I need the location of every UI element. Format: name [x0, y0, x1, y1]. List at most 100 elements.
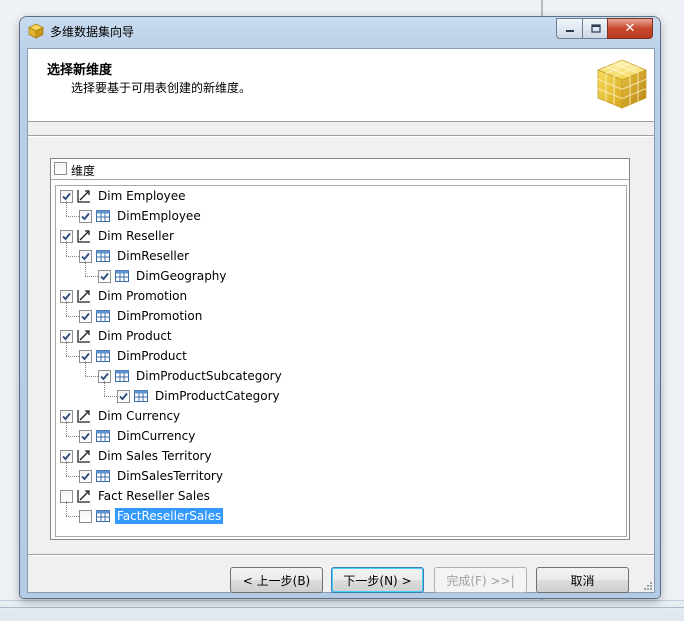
tree-column-header: 维度 [51, 159, 629, 180]
resize-grip-icon[interactable] [642, 580, 652, 590]
dimension-icon [76, 408, 92, 424]
tree-item-dimproduct[interactable]: DimProduct [79, 347, 189, 365]
tree-connector [66, 301, 67, 316]
tree-item-label: Dim Promotion [98, 289, 188, 303]
tree-item-checkbox[interactable] [79, 509, 92, 523]
table-icon [114, 268, 130, 284]
tree-item-label: Dim Product [98, 329, 172, 343]
back-button[interactable]: < 上一步(B) [230, 567, 323, 593]
dimension-icon [76, 288, 92, 304]
tree-connector [85, 361, 86, 376]
table-icon [95, 308, 111, 324]
maximize-icon [590, 23, 601, 33]
tree-item-dimcurrency[interactable]: DimCurrency [79, 427, 197, 445]
tree-item-label: Dim Employee [98, 189, 186, 203]
tree-connector [66, 436, 79, 437]
tree-connector [85, 276, 98, 277]
tree-connector [66, 341, 67, 356]
table-icon [95, 468, 111, 484]
tree-item-dimreseller[interactable]: DimReseller [79, 247, 191, 265]
close-icon: ✕ [624, 21, 636, 36]
tree-item-dim-sales-territory[interactable]: Dim Sales Territory [60, 447, 214, 465]
tree-item-label: DimProductCategory [155, 389, 280, 403]
tree-connector [66, 516, 79, 517]
cube-banner-icon [596, 59, 648, 109]
background-taskbar-strip [0, 600, 684, 621]
table-icon [95, 248, 111, 264]
tree-item-label: DimReseller [117, 249, 190, 263]
tree-item-checkbox[interactable] [79, 429, 92, 443]
tree-item-label: DimCurrency [117, 429, 196, 443]
maximize-button[interactable] [582, 18, 609, 39]
minimize-icon [566, 29, 574, 32]
tree-item-dim-employee[interactable]: Dim Employee [60, 187, 188, 205]
tree-item-label: DimProduct [117, 349, 187, 363]
dimension-icon [76, 228, 92, 244]
dimension-icon [76, 328, 92, 344]
tree-item-dimproductcategory[interactable]: DimProductCategory [117, 387, 282, 405]
tree-item-dimproductsubcategory[interactable]: DimProductSubcategory [98, 367, 284, 385]
tree-connector [85, 376, 98, 377]
tree-item-label: DimProductSubcategory [136, 369, 282, 383]
tree-item-dimpromotion[interactable]: DimPromotion [79, 307, 204, 325]
wizard-client-area: 选择新维度 选择要基于可用表创建的新维度。 维度 Dim Employee Di… [27, 48, 655, 593]
finish-button[interactable]: 完成(F) >>| [434, 567, 527, 593]
tree-item-label: DimPromotion [117, 309, 203, 323]
tree-item-label: DimEmployee [117, 209, 201, 223]
tree-item-label: Dim Reseller [98, 229, 174, 243]
tree-item-checkbox[interactable] [117, 389, 130, 403]
tree-item-checkbox[interactable] [79, 209, 92, 223]
tree-item-label: Dim Sales Territory [98, 449, 212, 463]
tree-item-fact-reseller-sales[interactable]: Fact Reseller Sales [60, 487, 212, 505]
header-separator [28, 135, 654, 137]
table-icon [95, 428, 111, 444]
table-icon [133, 388, 149, 404]
dimension-icon [76, 488, 92, 504]
wizard-header: 选择新维度 选择要基于可用表创建的新维度。 [28, 49, 654, 122]
tree-item-label: DimGeography [136, 269, 227, 283]
tree-connector [85, 261, 86, 276]
tree-item-dim-reseller[interactable]: Dim Reseller [60, 227, 176, 245]
column-header-label: 维度 [71, 164, 96, 178]
tree-connector [66, 356, 79, 357]
tree-connector [66, 201, 67, 216]
window-title: 多维数据集向导 [50, 25, 135, 39]
tree-connector [66, 461, 67, 476]
tree-connector [66, 421, 67, 436]
cube-wizard-window: 多维数据集向导 ✕ 选择新维度 选择要基于可用表创建的新维度。 维度 Dim E… [20, 17, 660, 598]
page-title: 选择新维度 [47, 63, 113, 78]
tree-connector [66, 241, 67, 256]
title-bar[interactable]: 多维数据集向导 ✕ [20, 17, 660, 43]
tree-item-dim-promotion[interactable]: Dim Promotion [60, 287, 189, 305]
tree-item-checkbox[interactable] [79, 309, 92, 323]
tree-item-dimemployee[interactable]: DimEmployee [79, 207, 203, 225]
tree-item-factresellersales[interactable]: FactResellerSales [79, 507, 224, 525]
table-icon [95, 208, 111, 224]
dimension-tree-panel: 维度 Dim Employee DimEmployee Dim Reseller Di… [50, 158, 630, 540]
tree-item-checkbox[interactable] [79, 469, 92, 483]
dimension-icon [76, 448, 92, 464]
minimize-button[interactable] [556, 18, 584, 39]
cancel-button[interactable]: 取消 [536, 567, 629, 593]
tree-connector [66, 216, 79, 217]
next-button[interactable]: 下一步(N) > [331, 567, 424, 593]
tree-item-checkbox[interactable] [98, 269, 111, 283]
tree-connector [104, 396, 117, 397]
tree-connector [66, 256, 79, 257]
tree-item-dim-currency[interactable]: Dim Currency [60, 407, 182, 425]
dimension-tree[interactable]: Dim Employee DimEmployee Dim Reseller DimRe… [55, 185, 627, 537]
tree-item-dim-product[interactable]: Dim Product [60, 327, 174, 345]
tree-connector [104, 381, 105, 396]
dimension-icon [76, 188, 92, 204]
tree-item-dimgeography[interactable]: DimGeography [98, 267, 229, 285]
close-button[interactable]: ✕ [607, 18, 653, 39]
tree-connector [66, 476, 79, 477]
page-subtitle: 选择要基于可用表创建的新维度。 [71, 81, 252, 95]
tree-connector [66, 501, 67, 516]
select-all-checkbox[interactable] [54, 162, 67, 175]
tree-item-label: Fact Reseller Sales [98, 489, 210, 503]
table-icon [95, 348, 111, 364]
cube-app-icon [28, 23, 44, 39]
footer-separator [28, 554, 654, 556]
tree-item-dimsalesterritory[interactable]: DimSalesTerritory [79, 467, 225, 485]
